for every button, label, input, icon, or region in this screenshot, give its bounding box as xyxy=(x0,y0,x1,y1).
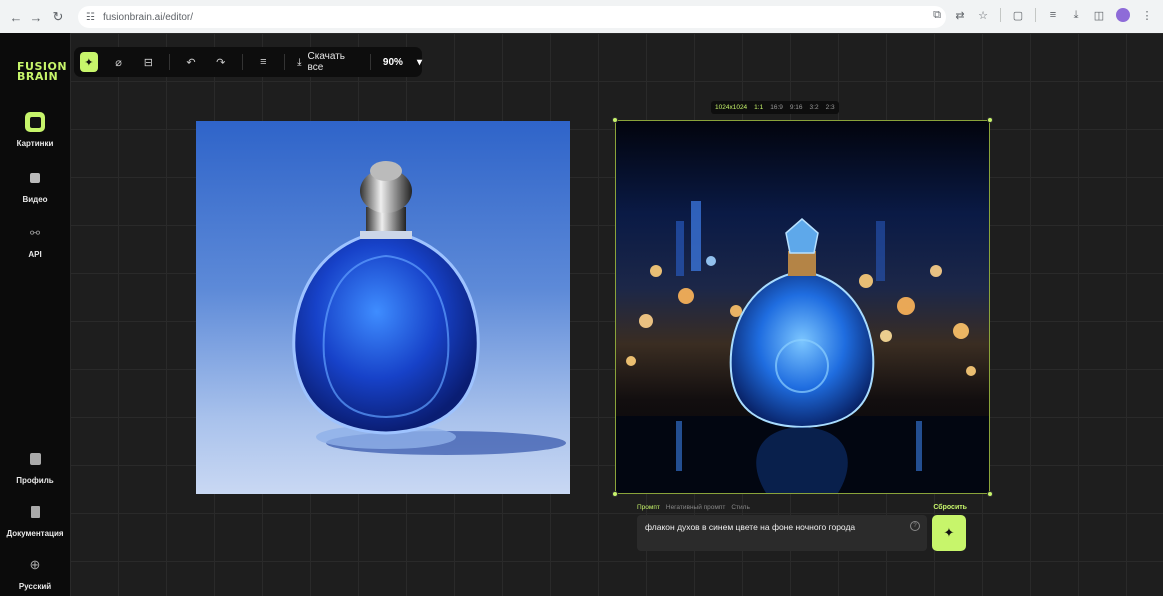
ratio-option[interactable]: 16:9 xyxy=(770,104,783,111)
ratio-option[interactable]: 3:2 xyxy=(810,104,819,111)
sidebar-item-images[interactable]: Картинки xyxy=(0,112,70,148)
chevron-down-icon: ▾ xyxy=(416,56,422,68)
bookmark-star-icon[interactable]: ☆ xyxy=(977,9,989,22)
divider xyxy=(1000,8,1001,22)
resize-handle[interactable] xyxy=(987,117,993,123)
eraser-tool-icon[interactable]: ⌀ xyxy=(110,52,128,72)
help-icon[interactable]: ? xyxy=(910,521,920,531)
frame-tool-icon[interactable]: ⊟ xyxy=(139,52,157,72)
download-all-label: Скачать все xyxy=(307,51,346,73)
zoom-value: 90% xyxy=(382,56,403,68)
document-icon xyxy=(25,502,45,522)
generate-button[interactable]: ✦ xyxy=(932,515,966,551)
sidebar-item-language[interactable]: ⊕ Русский xyxy=(0,555,70,591)
api-icon: ⚯ xyxy=(29,226,41,240)
divider xyxy=(284,54,286,70)
divider xyxy=(1035,8,1036,22)
logo-line2: BRAIN xyxy=(17,70,59,83)
editor-toolbar: ✦ ⌀ ⊟ ↶ ↷ ≡ ⤓ Скачать все 90% ▾ xyxy=(74,47,422,77)
prompt-tabs: Промпт Негативный промпт Стиль Сбросить xyxy=(637,500,967,514)
extensions-icon[interactable]: ▢ xyxy=(1012,9,1024,22)
sidebar-item-documentation[interactable]: Документация xyxy=(0,502,70,538)
resize-handle[interactable] xyxy=(987,491,993,497)
redo-icon[interactable]: ↷ xyxy=(212,52,230,72)
ratio-option[interactable]: 1:1 xyxy=(754,104,763,111)
sidebar-item-label: Русский xyxy=(18,582,52,591)
resize-handle[interactable] xyxy=(612,117,618,123)
prompt-input[interactable]: флакон духов в синем цвете на фоне ночно… xyxy=(637,515,927,551)
sidebar-item-api[interactable]: ⚯ API xyxy=(0,223,70,259)
perfume-bottle-city-illustration xyxy=(616,201,989,493)
resolution-label: 1024x1024 xyxy=(715,104,748,111)
forward-icon[interactable]: → xyxy=(26,7,46,27)
zoom-select[interactable]: 90% ▾ xyxy=(383,57,422,68)
logo[interactable]: FUSION BRAIN xyxy=(17,61,67,83)
image-icon xyxy=(25,112,45,132)
sidebar-item-label: Профиль xyxy=(16,476,54,485)
divider xyxy=(241,54,243,70)
sidebar-item-label: Видео xyxy=(22,195,48,204)
browser-toolbar: ← → ↻ ☷ fusionbrain.ai/editor/ ⧉ ⇄ ☆ ▢ ≡… xyxy=(0,0,1163,33)
reset-button[interactable]: Сбросить xyxy=(933,504,967,511)
tab-style[interactable]: Стиль xyxy=(731,504,749,511)
generate-tool-icon[interactable]: ✦ xyxy=(80,52,98,72)
globe-icon: ⊕ xyxy=(29,557,41,572)
sidebar-item-profile[interactable]: Профиль xyxy=(0,449,70,485)
back-icon[interactable]: ← xyxy=(6,7,26,27)
profile-avatar[interactable] xyxy=(1116,8,1130,22)
video-icon xyxy=(25,168,45,188)
tab-search-icon[interactable]: ≡ xyxy=(1047,9,1059,21)
cast-icon[interactable]: ⧉ xyxy=(931,9,943,22)
sidebar-item-label: Документация xyxy=(6,529,64,538)
generated-image-1[interactable] xyxy=(196,121,570,494)
site-info-icon[interactable]: ☷ xyxy=(86,12,95,23)
generated-image-2[interactable] xyxy=(616,121,989,493)
translate-icon[interactable]: ⇄ xyxy=(954,9,966,22)
undo-icon[interactable]: ↶ xyxy=(182,52,200,72)
tab-negative-prompt[interactable]: Негативный промпт xyxy=(666,504,725,511)
browser-actions: ⧉ ⇄ ☆ ▢ ≡ ⤓ ◫ ⋮ xyxy=(931,8,1153,22)
resize-handle[interactable] xyxy=(612,491,618,497)
sidebar: FUSION BRAIN Картинки Видео ⚯ API Профил… xyxy=(0,33,70,596)
url-text: fusionbrain.ai/editor/ xyxy=(102,11,194,23)
sidebar-item-video[interactable]: Видео xyxy=(0,168,70,204)
prompt-text: флакон духов в синем цвете на фоне ночно… xyxy=(645,522,856,532)
download-all-button[interactable]: ⤓ Скачать все xyxy=(297,51,356,73)
address-bar[interactable]: ☷ fusionbrain.ai/editor/ xyxy=(78,6,946,28)
divider xyxy=(169,54,171,70)
sparkle-icon: ✦ xyxy=(943,525,955,540)
menu-icon[interactable]: ⋮ xyxy=(1141,9,1153,22)
download-icon[interactable]: ⤓ xyxy=(1070,9,1082,22)
sidepanel-icon[interactable]: ◫ xyxy=(1093,9,1105,22)
divider xyxy=(370,54,371,70)
layers-icon[interactable]: ≡ xyxy=(254,52,272,72)
ratio-option[interactable]: 2:3 xyxy=(826,104,835,111)
ratio-option[interactable]: 9:16 xyxy=(790,104,803,111)
perfume-bottle-illustration xyxy=(292,161,566,455)
download-icon: ⤓ xyxy=(297,56,302,68)
tab-prompt[interactable]: Промпт xyxy=(637,504,660,511)
aspect-ratio-selector: 1024x1024 1:1 16:9 9:16 3:2 2:3 xyxy=(711,101,839,114)
sidebar-item-label: Картинки xyxy=(16,139,54,148)
prompt-panel: Промпт Негативный промпт Стиль Сбросить … xyxy=(637,500,967,552)
profile-icon xyxy=(25,449,45,469)
reload-icon[interactable]: ↻ xyxy=(48,7,68,27)
sidebar-item-label: API xyxy=(28,250,42,259)
